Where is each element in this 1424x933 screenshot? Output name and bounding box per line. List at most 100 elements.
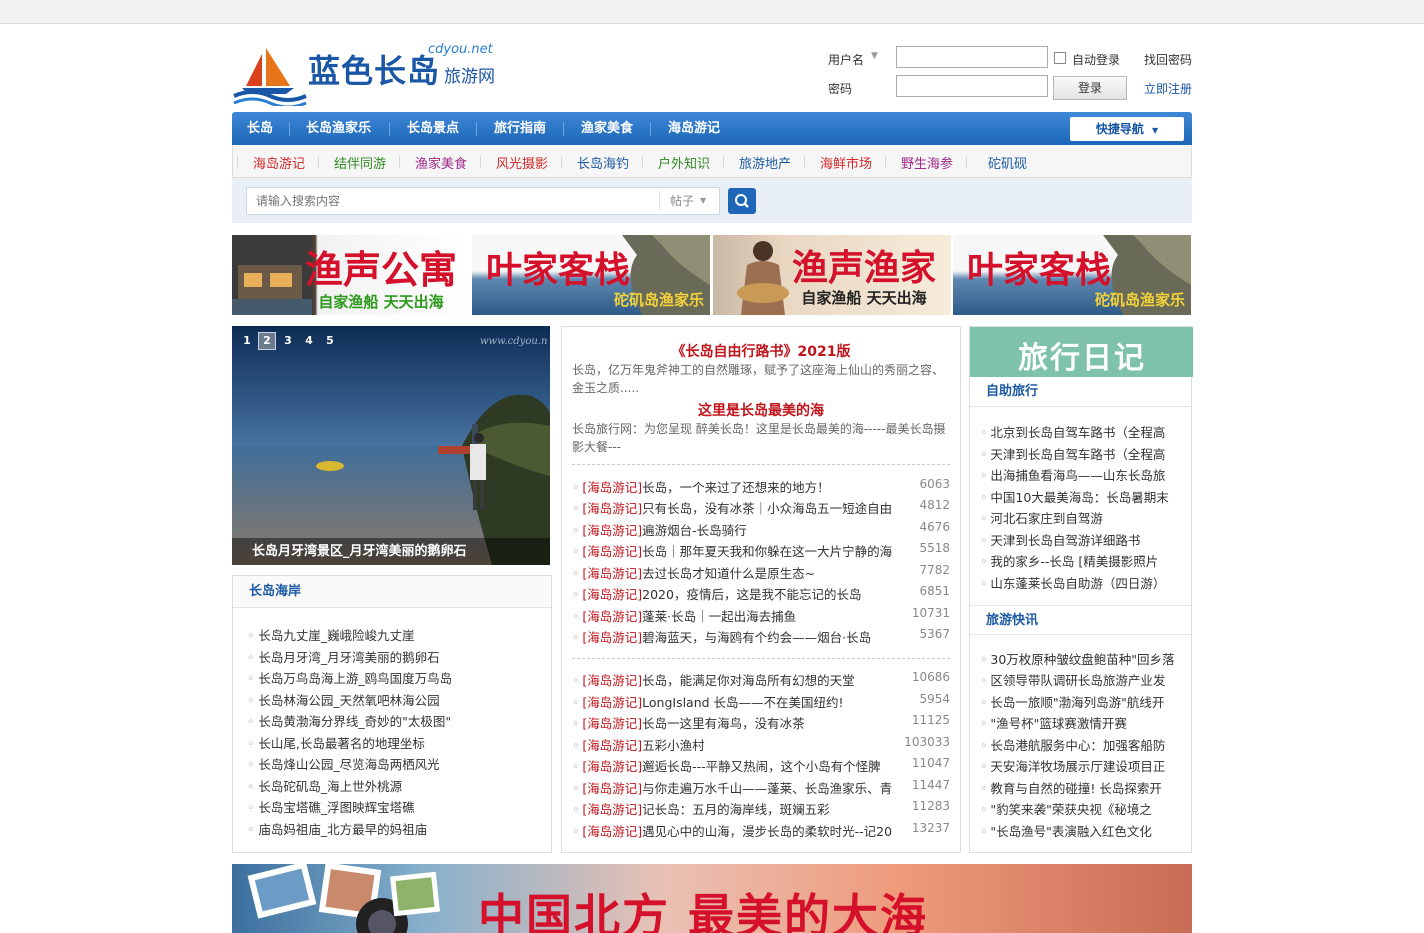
table-row[interactable]: [海岛游记]与你走遍万水千山——蓬莱、长岛渔家乐、青 11447 bbox=[572, 778, 950, 799]
list-item[interactable]: 长岛港航服务中心：加强客船防 bbox=[980, 735, 1180, 754]
list-item[interactable]: 教育与自然的碰撞! 长岛探索开 bbox=[980, 778, 1180, 797]
list-item[interactable]: "豹笑来袭"荣获央视《秘境之 bbox=[980, 799, 1180, 818]
list-item[interactable]: 长岛九丈崖_巍峨险峻九丈崖 bbox=[247, 625, 547, 644]
table-row[interactable]: [海岛游记]长岛一这里有海鸟，没有冰茶 11125 bbox=[572, 713, 950, 734]
row-title[interactable]: 只有长岛，没有冰茶｜小众海岛五一短途自由 bbox=[642, 498, 904, 517]
subnav-item-realestate[interactable]: 旅游地产 bbox=[739, 153, 791, 172]
banner-yusheng-apartment[interactable]: 渔声公寓 自家渔船 天天出海 bbox=[232, 235, 470, 315]
register-link[interactable]: 立即注册 bbox=[1144, 80, 1192, 97]
subnav-item-companion[interactable]: 结伴同游 bbox=[334, 153, 386, 172]
list-item[interactable]: 长山尾,长岛最著名的地理坐标 bbox=[247, 733, 547, 752]
list-item[interactable]: 天津到长岛自驾车路书（全程高 bbox=[980, 444, 1180, 463]
row-tag[interactable]: [海岛游记] bbox=[582, 523, 642, 538]
row-title[interactable]: 长岛，能满足你对海岛所有幻想的天堂 bbox=[642, 670, 904, 689]
table-row[interactable]: [海岛游记]蓬莱·长岛｜一起出海去捕鱼 10731 bbox=[572, 606, 950, 627]
list-item[interactable]: "长岛渔号"表演融入红色文化 bbox=[980, 821, 1180, 840]
row-title[interactable]: 遇见心中的山海，漫步长岛的柔软时光--记20 bbox=[642, 821, 904, 840]
site-logo[interactable]: 蓝色长岛 cdyou.net 旅游网 bbox=[232, 42, 512, 112]
banner-yusheng-fisher[interactable]: 渔声渔家 自家渔船 天天出海 bbox=[713, 235, 951, 315]
list-item[interactable]: 30万枚原种皱纹盘鲍苗种"回乡落 bbox=[980, 649, 1180, 668]
subnav-item-travelogue[interactable]: 海岛游记 bbox=[253, 153, 305, 172]
nav-item-guide[interactable]: 旅行指南 bbox=[494, 112, 546, 145]
subnav-item-seacucumber[interactable]: 野生海参 bbox=[901, 153, 953, 172]
subnav-item-outdoor[interactable]: 户外知识 bbox=[658, 153, 710, 172]
list-item[interactable]: 庙岛妈祖庙_北方最早的妈祖庙 bbox=[247, 819, 547, 838]
search-type-select[interactable]: 帖子 ▼ bbox=[659, 191, 717, 211]
list-item[interactable]: 天津到长岛自驾游详细路书 bbox=[980, 530, 1180, 549]
list-item[interactable]: 长岛宝塔礁_浮图映辉宝塔礁 bbox=[247, 797, 547, 816]
row-title[interactable]: 五彩小渔村 bbox=[642, 735, 904, 754]
row-tag[interactable]: [海岛游记] bbox=[582, 544, 642, 559]
row-title[interactable]: 长岛一这里有海鸟，没有冰茶 bbox=[642, 713, 904, 732]
row-title[interactable]: 邂逅长岛---平静又热闹，这个小岛有个怪脾 bbox=[642, 756, 904, 775]
row-tag[interactable]: [海岛游记] bbox=[582, 501, 642, 516]
list-item[interactable]: 中国10大最美海岛：长岛暑期末 bbox=[980, 487, 1180, 506]
table-row[interactable]: [海岛游记]邂逅长岛---平静又热闹，这个小岛有个怪脾 11047 bbox=[572, 756, 950, 777]
row-title[interactable]: 蓬莱·长岛｜一起出海去捕鱼 bbox=[642, 606, 904, 625]
row-tag[interactable]: [海岛游记] bbox=[582, 695, 642, 710]
username-input[interactable] bbox=[896, 46, 1048, 68]
bottom-banner[interactable]: 中国北方 最美的大海 bbox=[232, 864, 1192, 933]
row-tag[interactable]: [海岛游记] bbox=[582, 609, 642, 624]
table-row[interactable]: [海岛游记]LongIsland 长岛——不在美国纽约! 5954 bbox=[572, 692, 950, 713]
nav-item-jingdian[interactable]: 长岛景点 bbox=[407, 112, 459, 145]
row-tag[interactable]: [海岛游记] bbox=[582, 781, 642, 796]
headline-2[interactable]: 这里是长岛最美的海 bbox=[562, 400, 960, 420]
list-item[interactable]: 长岛烽山公园_尽览海岛两栖风光 bbox=[247, 754, 547, 773]
auto-login-checkbox[interactable] bbox=[1054, 52, 1066, 64]
list-item[interactable]: "渔号杯"篮球赛激情开赛 bbox=[980, 713, 1180, 732]
list-item[interactable]: 长岛砣矶岛_海上世外桃源 bbox=[247, 776, 547, 795]
table-row[interactable]: [海岛游记]遇见心中的山海，漫步长岛的柔软时光--记20 13237 bbox=[572, 821, 950, 842]
table-row[interactable]: [海岛游记]只有长岛，没有冰茶｜小众海岛五一短途自由 4812 bbox=[572, 498, 950, 519]
list-item[interactable]: 长岛一旅顺"渤海列岛游"航线开 bbox=[980, 692, 1180, 711]
chevron-down-icon[interactable]: ▼ bbox=[871, 51, 878, 61]
list-item[interactable]: 长岛黄渤海分界线_奇妙的"太极图" bbox=[247, 711, 547, 730]
slide-caption[interactable]: 长岛月牙湾景区_月牙湾美丽的鹅卵石 bbox=[232, 538, 550, 565]
list-item[interactable]: 河北石家庄到自驾游 bbox=[980, 508, 1180, 527]
headline-1[interactable]: 《长岛自由行路书》2021版 bbox=[562, 341, 960, 361]
row-title[interactable]: 与你走遍万水千山——蓬莱、长岛渔家乐、青 bbox=[642, 778, 904, 797]
row-tag[interactable]: [海岛游记] bbox=[582, 824, 642, 839]
row-title[interactable]: 去过长岛才知道什么是原生态~ bbox=[642, 563, 904, 582]
row-title[interactable]: 2020，疫情后，这是我不能忘记的长岛 bbox=[642, 584, 904, 603]
table-row[interactable]: [海岛游记]五彩小渔村103033 bbox=[572, 735, 950, 756]
subnav-item-photo[interactable]: 风光摄影 bbox=[496, 153, 548, 172]
list-item[interactable]: 长岛月牙湾_月牙湾美丽的鹅卵石 bbox=[247, 647, 547, 666]
nav-item-changdao[interactable]: 长岛 bbox=[247, 112, 273, 145]
list-item[interactable]: 长岛万鸟岛海上游_鸥鸟国度万鸟岛 bbox=[247, 668, 547, 687]
table-row[interactable]: [海岛游记]长岛｜那年夏天我和你躲在这一大片宁静的海 5518 bbox=[572, 541, 950, 562]
banner-yejia-inn-2[interactable]: 叶家客栈 砣矶岛渔家乐 bbox=[953, 235, 1191, 315]
slide-page-1[interactable]: 1 bbox=[238, 332, 256, 350]
table-row[interactable]: [海岛游记]2020，疫情后，这是我不能忘记的长岛 6851 bbox=[572, 584, 950, 605]
row-tag[interactable]: [海岛游记] bbox=[582, 802, 642, 817]
subnav-item-fishing[interactable]: 长岛海钓 bbox=[577, 153, 629, 172]
row-title[interactable]: 遍游烟台-长岛骑行 bbox=[642, 520, 904, 539]
row-tag[interactable]: [海岛游记] bbox=[582, 587, 642, 602]
password-input[interactable] bbox=[896, 75, 1048, 97]
nav-item-food[interactable]: 渔家美食 bbox=[581, 112, 633, 145]
row-title[interactable]: 长岛｜那年夏天我和你躲在这一大片宁静的海 bbox=[642, 541, 904, 560]
subnav-item-seafood[interactable]: 海鲜市场 bbox=[820, 153, 872, 172]
quick-nav-button[interactable]: 快捷导航 ▼ bbox=[1070, 117, 1184, 141]
find-password-link[interactable]: 找回密码 bbox=[1144, 51, 1192, 68]
travel-diary-banner[interactable]: 旅行日记 bbox=[970, 327, 1193, 377]
row-tag[interactable]: [海岛游记] bbox=[582, 759, 642, 774]
subnav-item-food[interactable]: 渔家美食 bbox=[415, 153, 467, 172]
nav-item-yujiale[interactable]: 长岛渔家乐 bbox=[306, 112, 371, 145]
row-tag[interactable]: [海岛游记] bbox=[582, 738, 642, 753]
row-tag[interactable]: [海岛游记] bbox=[582, 480, 642, 495]
table-row[interactable]: [海岛游记]长岛，一个来过了还想来的地方！ 6063 bbox=[572, 477, 950, 498]
table-row[interactable]: [海岛游记]长岛，能满足你对海岛所有幻想的天堂 10686 bbox=[572, 670, 950, 691]
photo-slideshow[interactable]: 1 2 3 4 5 www.cdyou.n 长岛月牙湾景区_月牙湾美丽的鹅卵石 bbox=[232, 326, 550, 565]
table-row[interactable]: [海岛游记]记长岛：五月的海岸线，斑斓五彩 11283 bbox=[572, 799, 950, 820]
table-row[interactable]: [海岛游记]遍游烟台-长岛骑行 4676 bbox=[572, 520, 950, 541]
row-title[interactable]: LongIsland 长岛——不在美国纽约! bbox=[642, 692, 904, 711]
list-item[interactable]: 长岛林海公园_天然氧吧林海公园 bbox=[247, 690, 547, 709]
list-item[interactable]: 山东蓬莱长岛自助游（四日游） bbox=[980, 573, 1180, 592]
table-row[interactable]: [海岛游记]碧海蓝天，与海鸥有个约会——烟台·长岛 5367 bbox=[572, 627, 950, 648]
slide-page-4[interactable]: 4 bbox=[300, 332, 318, 350]
list-item[interactable]: 北京到长岛自驾车路书（全程高 bbox=[980, 422, 1180, 441]
slide-page-3[interactable]: 3 bbox=[279, 332, 297, 350]
nav-item-travelogue[interactable]: 海岛游记 bbox=[668, 112, 720, 145]
row-title[interactable]: 记长岛：五月的海岸线，斑斓五彩 bbox=[642, 799, 904, 818]
